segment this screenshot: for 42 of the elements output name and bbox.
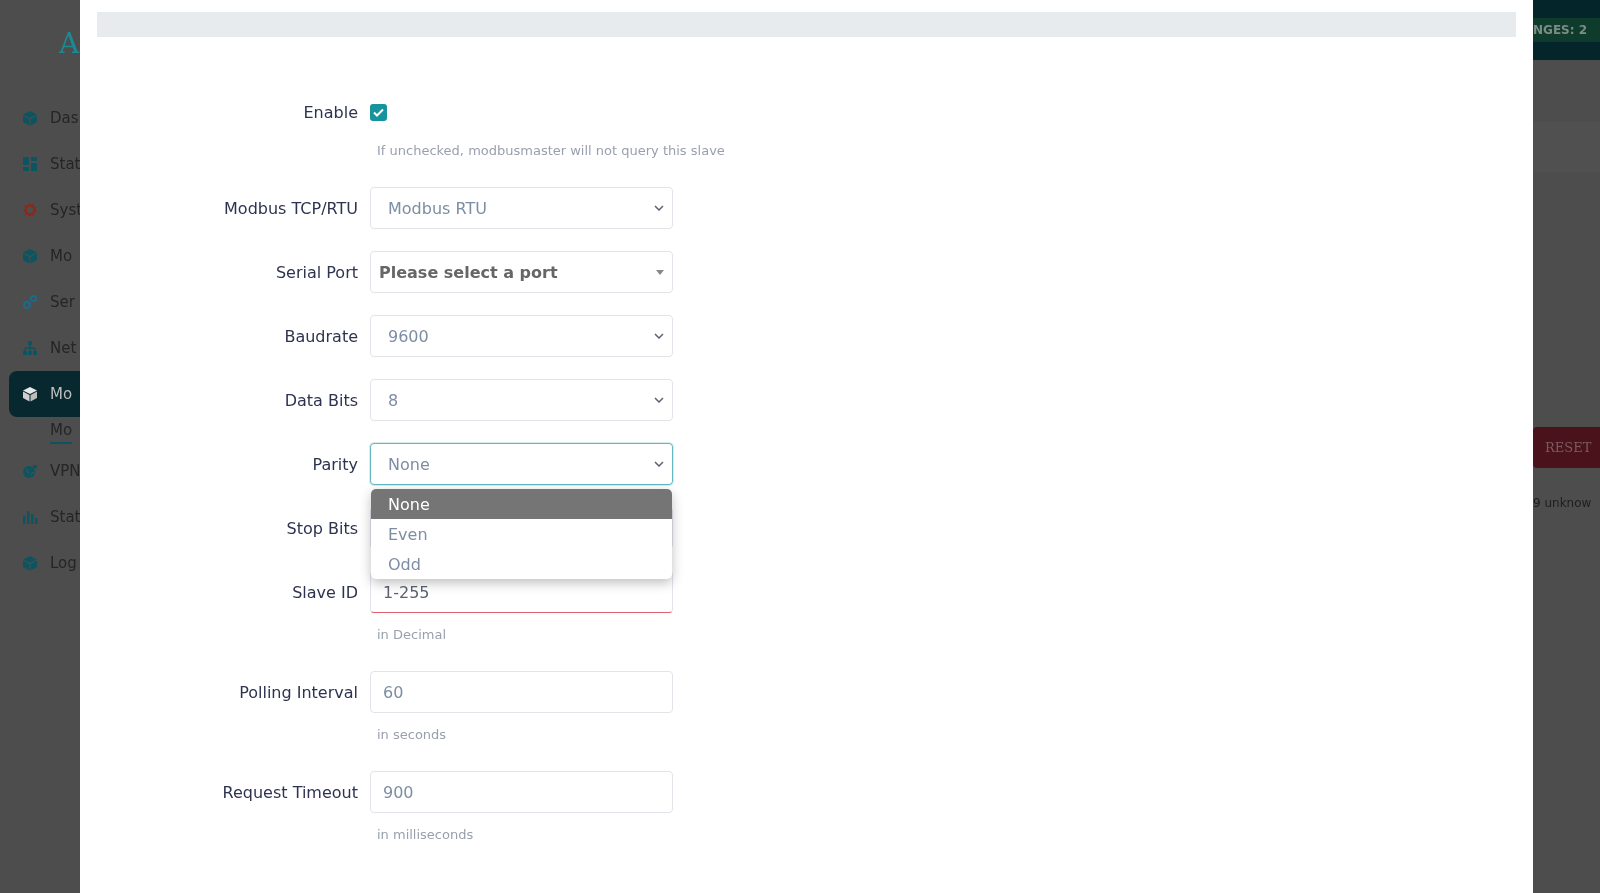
- chevron-down-icon: [654, 461, 664, 467]
- input-field[interactable]: 60: [370, 671, 673, 713]
- logo-letter: A: [59, 27, 80, 61]
- chevron-down-icon: [654, 397, 664, 403]
- field-label: Stop Bits: [286, 518, 358, 538]
- changes-badge: NGES: 2: [1533, 18, 1600, 42]
- settings-icon: [22, 202, 38, 218]
- help-text: If unchecked, modbusmaster will not query this slave: [376, 143, 725, 159]
- field-label: Baudrate: [284, 326, 358, 346]
- enable-checkbox[interactable]: [370, 103, 387, 121]
- select-field[interactable]: None: [370, 443, 673, 485]
- chevron-down-icon: [654, 205, 664, 211]
- nav-item[interactable]: Mo: [9, 371, 80, 417]
- select-field[interactable]: 9600: [370, 315, 673, 357]
- help-text: in milliseconds: [376, 827, 474, 843]
- gears-icon: [22, 294, 38, 310]
- field-label: Serial Port: [275, 262, 358, 282]
- cube-icon: [22, 555, 38, 571]
- help-text: in Decimal: [376, 627, 446, 643]
- bar-chart-icon: [22, 509, 38, 525]
- reset-button[interactable]: RESET: [1533, 427, 1600, 468]
- globe-icon: [22, 463, 38, 479]
- port-select[interactable]: Please select a port: [370, 251, 673, 293]
- dropdown-option[interactable]: None: [371, 489, 672, 519]
- grid-icon: [22, 156, 38, 172]
- sitemap-icon: [22, 340, 38, 356]
- cube-icon: [22, 110, 38, 126]
- select-field[interactable]: 8: [370, 379, 673, 421]
- field-label: Enable: [303, 102, 358, 122]
- field-label: Slave ID: [292, 582, 358, 602]
- input-field[interactable]: 900: [370, 771, 673, 813]
- chevron-down-icon: [654, 333, 664, 339]
- field-label: Data Bits: [284, 390, 358, 410]
- field-label: Request Timeout: [222, 782, 358, 802]
- select-field[interactable]: Modbus RTU: [370, 187, 673, 229]
- field-label: Modbus TCP/RTU: [224, 198, 358, 218]
- cube-icon: [22, 386, 38, 402]
- cube-icon: [22, 248, 38, 264]
- checkmark-icon: [373, 107, 384, 117]
- help-text: in seconds: [376, 727, 447, 743]
- field-label: Parity: [312, 454, 358, 474]
- field-label: Polling Interval: [239, 682, 358, 702]
